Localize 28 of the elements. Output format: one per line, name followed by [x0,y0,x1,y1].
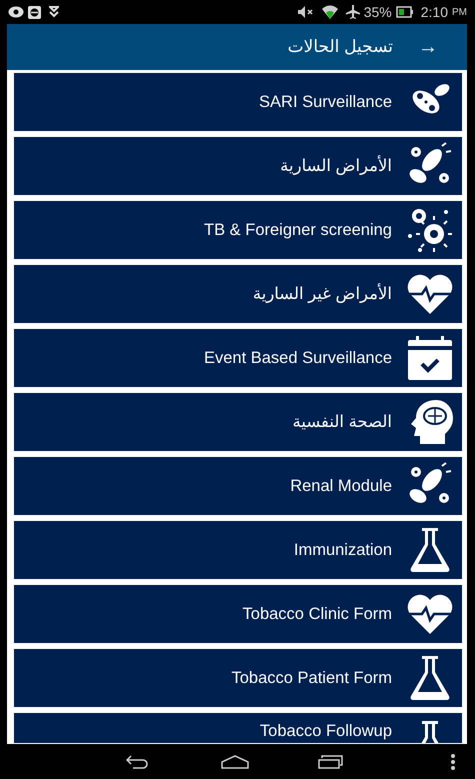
calendar-check-icon [406,334,454,382]
back-button[interactable]: → [417,31,439,63]
airplane-icon [346,5,360,19]
clock-period: PM [452,6,467,20]
home-nav-icon[interactable] [221,754,249,768]
menu-item[interactable]: Event Based Surveillance [14,329,462,387]
menu-item[interactable]: Tobacco Clinic Form [14,585,462,643]
eye-icon [8,6,24,18]
wifi-icon [322,5,338,19]
menu-item[interactable]: الأمراض السارية [14,137,462,195]
chevron-icon [49,6,59,18]
virus-icon [406,206,454,254]
battery-percent: 35% [364,2,392,22]
menu-item[interactable]: Tobacco Patient Form [14,649,462,707]
menu-item[interactable]: الصحة النفسية [14,393,462,451]
menu-item[interactable]: Tobacco Followup [14,713,462,743]
menu-item[interactable]: Immunization [14,521,462,579]
menu-item[interactable]: Renal Module [14,457,462,515]
menu-item[interactable]: SARI Surveillance [14,73,462,131]
menu-item[interactable]: TB & Foreigner screening [14,201,462,259]
mute-icon [298,6,314,18]
clock-time: 2:10 [420,2,448,22]
battery-icon [396,6,413,18]
remote-icon [28,6,41,18]
menu-item[interactable]: الأمراض غير السارية [14,265,462,323]
more-options-icon[interactable] [450,754,456,770]
screen-title: تسجيل الحالات [288,36,393,58]
recents-nav-icon[interactable] [318,754,344,768]
